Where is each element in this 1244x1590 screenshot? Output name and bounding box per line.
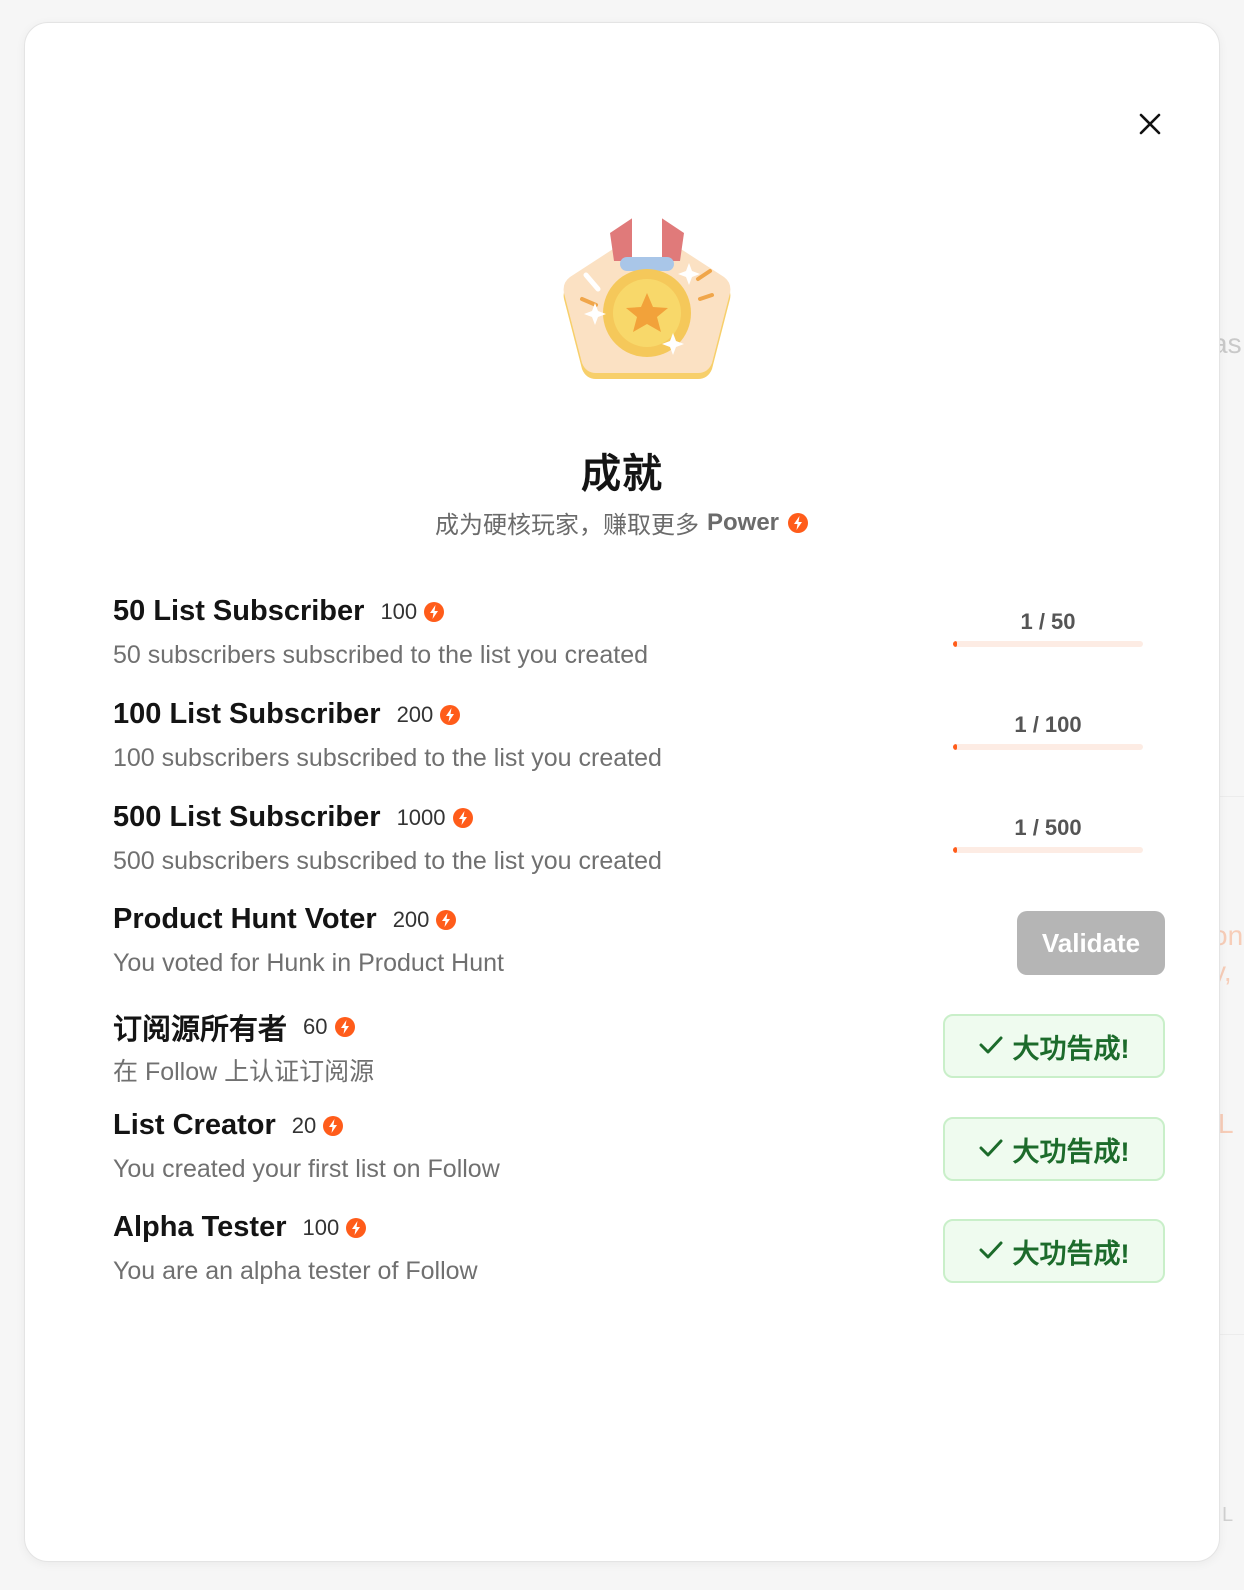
achievement-points: 20: [291, 1112, 317, 1138]
achievement-description: You are an alpha tester of Follow: [113, 1257, 478, 1285]
achievement-points: 200: [396, 701, 434, 727]
achievement-progress: 1 / 50: [953, 609, 1143, 647]
lightning-coin-icon: [345, 1217, 367, 1239]
background-fragment: L: [1218, 1108, 1234, 1139]
achievement-points: 100: [302, 1214, 340, 1240]
achievement-name: 订阅源所有者: [113, 1014, 288, 1046]
completed-badge: 大功告成!: [943, 1219, 1165, 1283]
achievement-row: Product Hunt Voter 200 You voted for Hun…: [113, 903, 1181, 993]
achievement-name: 500 List Subscriber: [113, 801, 381, 833]
background-divider: [1220, 1334, 1244, 1335]
achievement-description: 50 subscribers subscribed to the list yo…: [113, 641, 648, 669]
achievement-points: 60: [303, 1014, 328, 1039]
lightning-coin-icon: [787, 512, 809, 534]
lightning-coin-icon: [334, 1016, 356, 1038]
power-label: Power: [706, 508, 780, 536]
achievement-row: 100 List Subscriber 200 100 subscribers …: [113, 698, 1181, 788]
achievements-modal: 成就 成为硬核玩家，赚取更多 Power 50 List Subscriber …: [24, 22, 1220, 1562]
progress-text: 1 / 500: [1014, 815, 1082, 840]
validate-button[interactable]: Validate: [1017, 911, 1165, 975]
achievement-name: 100 List Subscriber: [113, 698, 381, 730]
achievement-progress: 1 / 500: [953, 815, 1143, 853]
progress-text: 1 / 100: [1014, 712, 1082, 737]
achievement-name: 50 List Subscriber: [113, 595, 365, 627]
modal-subtitle: 成为硬核玩家，赚取更多 Power: [25, 505, 1219, 540]
background-divider: [1220, 796, 1244, 797]
achievement-progress: 1 / 100: [953, 712, 1143, 750]
modal-title: 成就: [581, 452, 663, 496]
achievement-name: List Creator: [113, 1109, 276, 1141]
progress-track: [953, 847, 1143, 853]
completed-label: 大功告成!: [1012, 1136, 1130, 1167]
completed-badge: 大功告成!: [943, 1117, 1165, 1181]
achievement-row: 500 List Subscriber 1000 500 subscribers…: [113, 801, 1181, 891]
lightning-coin-icon: [322, 1115, 344, 1137]
achievement-name: Alpha Tester: [113, 1211, 287, 1243]
achievement-row: Alpha Tester 100 You are an alpha tester…: [113, 1211, 1181, 1301]
checkmark-icon: [979, 1236, 1003, 1267]
lightning-coin-icon: [435, 909, 457, 931]
progress-fill: [953, 641, 957, 647]
lightning-coin-icon: [439, 704, 461, 726]
progress-text: 1 / 50: [1020, 609, 1076, 634]
achievement-points: 100: [380, 598, 418, 624]
achievement-row: 50 List Subscriber 100 50 subscribers su…: [113, 595, 1181, 685]
achievement-name: Product Hunt Voter: [113, 903, 377, 935]
progress-track: [953, 744, 1143, 750]
achievement-row: List Creator 20 You created your first l…: [113, 1109, 1181, 1199]
lightning-coin-icon: [423, 601, 445, 623]
achievement-description: 100 subscribers subscribed to the list y…: [113, 744, 662, 772]
completed-badge: 大功告成!: [943, 1014, 1165, 1078]
subtitle-text: 成为硬核玩家，赚取更多: [434, 512, 699, 539]
medal-icon: [552, 213, 742, 403]
progress-track: [953, 641, 1143, 647]
close-icon: [1138, 112, 1162, 141]
achievement-row: 订阅源所有者 60 在 Follow 上认证订阅源 大功告成!: [113, 1006, 1181, 1096]
completed-label: 大功告成!: [1012, 1238, 1130, 1269]
achievement-description: 500 subscribers subscribed to the list y…: [113, 847, 662, 875]
achievement-points: 200: [392, 906, 430, 932]
background-fragment: L: [1222, 1504, 1234, 1526]
checkmark-icon: [979, 1031, 1003, 1062]
achievement-description: You created your first list on Follow: [113, 1155, 500, 1183]
achievement-points: 1000: [396, 804, 446, 830]
checkmark-icon: [979, 1134, 1003, 1165]
completed-label: 大功告成!: [1012, 1033, 1130, 1064]
progress-fill: [953, 847, 957, 853]
achievement-description: You voted for Hunk in Product Hunt: [113, 949, 504, 977]
close-button[interactable]: [1135, 111, 1165, 141]
achievement-description: 在 Follow 上认证订阅源: [113, 1058, 375, 1086]
lightning-coin-icon: [452, 807, 474, 829]
progress-fill: [953, 744, 957, 750]
